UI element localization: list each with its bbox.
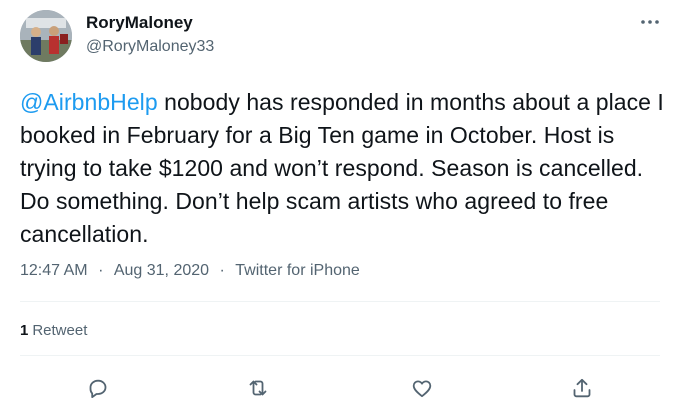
display-name[interactable]: RoryMaloney [86,13,193,33]
like-icon[interactable] [406,372,438,404]
more-icon[interactable] [638,12,662,32]
meta-separator: · [98,262,104,279]
mention-link[interactable]: @AirbnbHelp [20,89,158,115]
retweet-icon[interactable] [242,372,274,404]
user-handle[interactable]: @RoryMaloney33 [86,38,214,56]
retweet-label: Retweet [32,322,88,339]
tweet-time[interactable]: 12:47 AM [20,262,88,280]
tweet-source[interactable]: Twitter for iPhone [235,262,360,280]
divider [20,355,660,356]
meta-separator: · [219,262,225,279]
avatar[interactable] [20,10,72,62]
tweet-card: RoryMaloney @RoryMaloney33 @AirbnbHelp n… [0,0,680,418]
retweet-count: 1 [20,322,29,339]
reply-icon[interactable] [82,372,114,404]
tweet-date[interactable]: Aug 31, 2020 [114,262,209,280]
divider [20,301,660,302]
tweet-text: @AirbnbHelp nobody has responded in mont… [20,86,670,251]
tweet-meta: 12:47 AM · Aug 31, 2020 · Twitter for iP… [20,262,360,280]
retweet-stats[interactable]: 1 Retweet [20,322,87,339]
share-icon[interactable] [566,372,598,404]
action-bar [0,372,680,404]
